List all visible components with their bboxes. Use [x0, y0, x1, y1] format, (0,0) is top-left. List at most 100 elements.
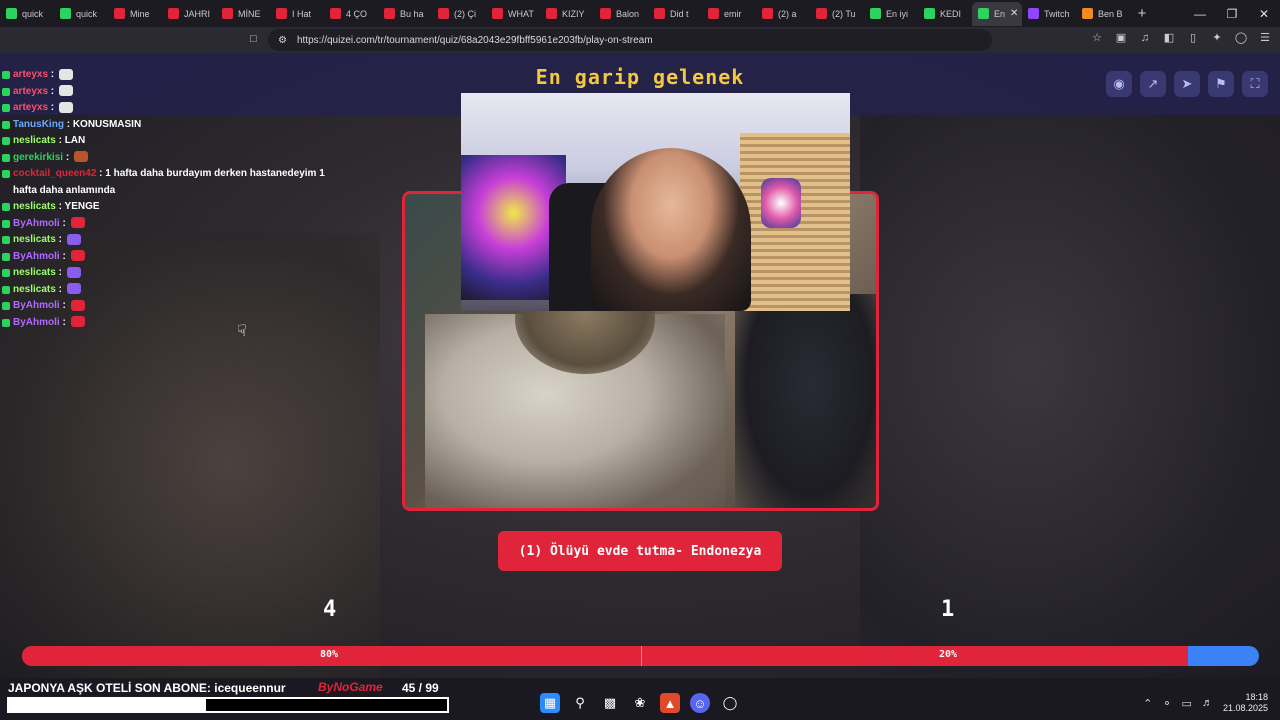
browser-tab[interactable]: MİNE	[216, 2, 270, 26]
browser-tab[interactable]: En ✕	[972, 1, 1022, 26]
chat-badge-icon	[2, 252, 10, 261]
tab-favicon-icon	[492, 8, 503, 19]
browser-tab[interactable]: Ben B	[1076, 2, 1130, 26]
browser-tab[interactable]: Balon	[594, 2, 648, 26]
tab-favicon-icon	[6, 8, 17, 19]
tab-label: quick	[76, 8, 98, 19]
chat-message: ByAhmoli :	[2, 216, 347, 233]
chat-separator: :	[59, 217, 69, 229]
browser-tab[interactable]: Bu ha	[378, 2, 432, 26]
sub-goal-bar	[7, 697, 449, 713]
task-view-icon[interactable]: ▩	[600, 693, 620, 713]
tab-favicon-icon	[654, 8, 665, 19]
browser-tab[interactable]: (2) a	[756, 2, 810, 26]
chat-username[interactable]: ByAhmoli	[13, 300, 60, 311]
chat-message: neslicats : LAN	[2, 133, 347, 150]
chat-username[interactable]: neslicats	[13, 284, 56, 295]
site-info-icon[interactable]: ⚙	[278, 35, 287, 46]
system-tray: ⌃ ⚬ ▭ ♬ 18:18 21.08.2025	[1143, 692, 1268, 714]
browser-tab[interactable]: 4 ÇO	[324, 2, 378, 26]
clock[interactable]: 18:18 21.08.2025	[1223, 692, 1268, 714]
chat-badge-icon	[2, 71, 10, 79]
wallet-icon[interactable]: ▯	[1186, 31, 1200, 45]
volume-icon[interactable]: ♬	[1202, 697, 1213, 709]
chat-text: neslicats :	[13, 265, 81, 282]
tab-label: Twitch	[1044, 8, 1070, 19]
browser-tab[interactable]: quick	[54, 2, 108, 26]
display-icon[interactable]: ▭	[1182, 697, 1192, 710]
chat-message: ByAhmoli :	[2, 315, 347, 332]
browser-tab[interactable]: Mine	[108, 2, 162, 26]
fullscreen-icon[interactable]: ⛶	[1242, 71, 1268, 97]
mouse-cursor-icon: ☟	[237, 323, 247, 340]
choice-caption[interactable]: (1) Ölüyü evde tutma- Endonezya	[498, 531, 782, 571]
chat-username[interactable]: gerekirkisi	[13, 152, 63, 163]
browser-tab[interactable]: Did t	[648, 2, 702, 26]
flag-icon[interactable]: ⚑	[1208, 71, 1234, 97]
chat-username[interactable]: ByAhmoli	[13, 218, 60, 229]
close-icon[interactable]: ✕	[1248, 7, 1280, 21]
chat-username[interactable]: arteyxs	[13, 102, 48, 113]
browser-tab[interactable]: quick	[0, 2, 54, 26]
close-tab-icon[interactable]: ✕	[1010, 8, 1018, 19]
clock-date: 21.08.2025	[1222, 703, 1268, 713]
tab-label: 4 ÇO	[346, 8, 368, 19]
chat-separator: :	[96, 168, 106, 179]
chat-username[interactable]: neslicats	[13, 201, 56, 212]
vote-progress-bar: 80% 20%	[22, 646, 1259, 666]
new-tab-button[interactable]: +	[1130, 5, 1154, 22]
share-icon[interactable]: ↗	[1140, 71, 1166, 97]
eye-icon[interactable]: ◉	[1106, 71, 1132, 97]
tab-label: (2) Çi	[454, 8, 476, 19]
browser-tab[interactable]: (2) Tu	[810, 2, 864, 26]
tab-favicon-icon	[330, 8, 341, 19]
chat-username[interactable]: neslicats	[13, 234, 56, 245]
extensions-icon[interactable]: ☆	[1090, 31, 1104, 45]
app-icon[interactable]: ◯	[720, 693, 740, 713]
brave-icon[interactable]: ▲	[660, 693, 680, 713]
stream-status-text: JAPONYA AŞK OTELİ SON ABONE: icequeennur	[8, 681, 286, 695]
chat-username[interactable]: TanusKing	[13, 119, 64, 130]
tab-favicon-icon	[384, 8, 395, 19]
tab-favicon-icon	[924, 8, 935, 19]
windows-start-icon[interactable]: ▦	[540, 693, 560, 713]
vpn-icon[interactable]: ◯	[1234, 31, 1248, 45]
browser-tab[interactable]: Twitch	[1022, 2, 1076, 26]
browser-tab[interactable]: KIZIY	[540, 2, 594, 26]
browser-tab[interactable]: (2) Çi	[432, 2, 486, 26]
chat-username[interactable]: neslicats	[13, 135, 56, 146]
menu-icon[interactable]: ☰	[1258, 31, 1272, 45]
media-icon[interactable]: ♫	[1138, 31, 1152, 45]
chat-badge-icon	[2, 87, 10, 96]
maximize-icon[interactable]: ❐	[1216, 7, 1248, 21]
browser-tab[interactable]: JAHRI	[162, 2, 216, 26]
tab-label: KEDI	[940, 8, 962, 19]
microphone-icon[interactable]: ⚬	[1162, 697, 1171, 710]
clock-time: 18:18	[1245, 692, 1268, 702]
chat-username[interactable]: arteyxs	[13, 69, 48, 80]
browser-tab[interactable]: WHAT	[486, 2, 540, 26]
send-icon[interactable]: ➤	[1174, 71, 1200, 97]
chat-username[interactable]: ByAhmoli	[13, 317, 60, 328]
discord-icon[interactable]: ☺	[690, 693, 710, 713]
bookmark-icon[interactable]: □	[250, 33, 257, 45]
browser-tab[interactable]: KEDI	[918, 2, 972, 26]
chat-username[interactable]: arteyxs	[13, 86, 48, 97]
chatgpt-icon[interactable]: ❀	[630, 693, 650, 713]
chat-separator: :	[48, 102, 57, 113]
url-field[interactable]: ⚙ https://quizei.com/tr/tournament/quiz/…	[268, 29, 992, 51]
browser-tab[interactable]: emir	[702, 2, 756, 26]
browser-tab[interactable]: En iyi	[864, 2, 918, 26]
chat-badge-icon	[2, 219, 10, 228]
minimize-icon[interactable]: —	[1184, 7, 1216, 21]
browser-tab[interactable]: I Hat	[270, 2, 324, 26]
sidebar-icon[interactable]: ◧	[1162, 31, 1176, 45]
chevron-up-icon[interactable]: ⌃	[1143, 697, 1152, 710]
chat-username[interactable]: neslicats	[13, 267, 56, 278]
leo-icon[interactable]: ✦	[1210, 31, 1224, 45]
chat-username[interactable]: ByAhmoli	[13, 251, 60, 262]
chat-username[interactable]: cocktail_queen42	[13, 168, 96, 179]
screenshot-icon[interactable]: ▣	[1114, 31, 1128, 45]
browser-tab-bar: quick quick Mine JAHRI MİNE I Hat 4 ÇO Bu ha (2)…	[0, 0, 1280, 27]
search-icon[interactable]: ⚲	[570, 693, 590, 713]
